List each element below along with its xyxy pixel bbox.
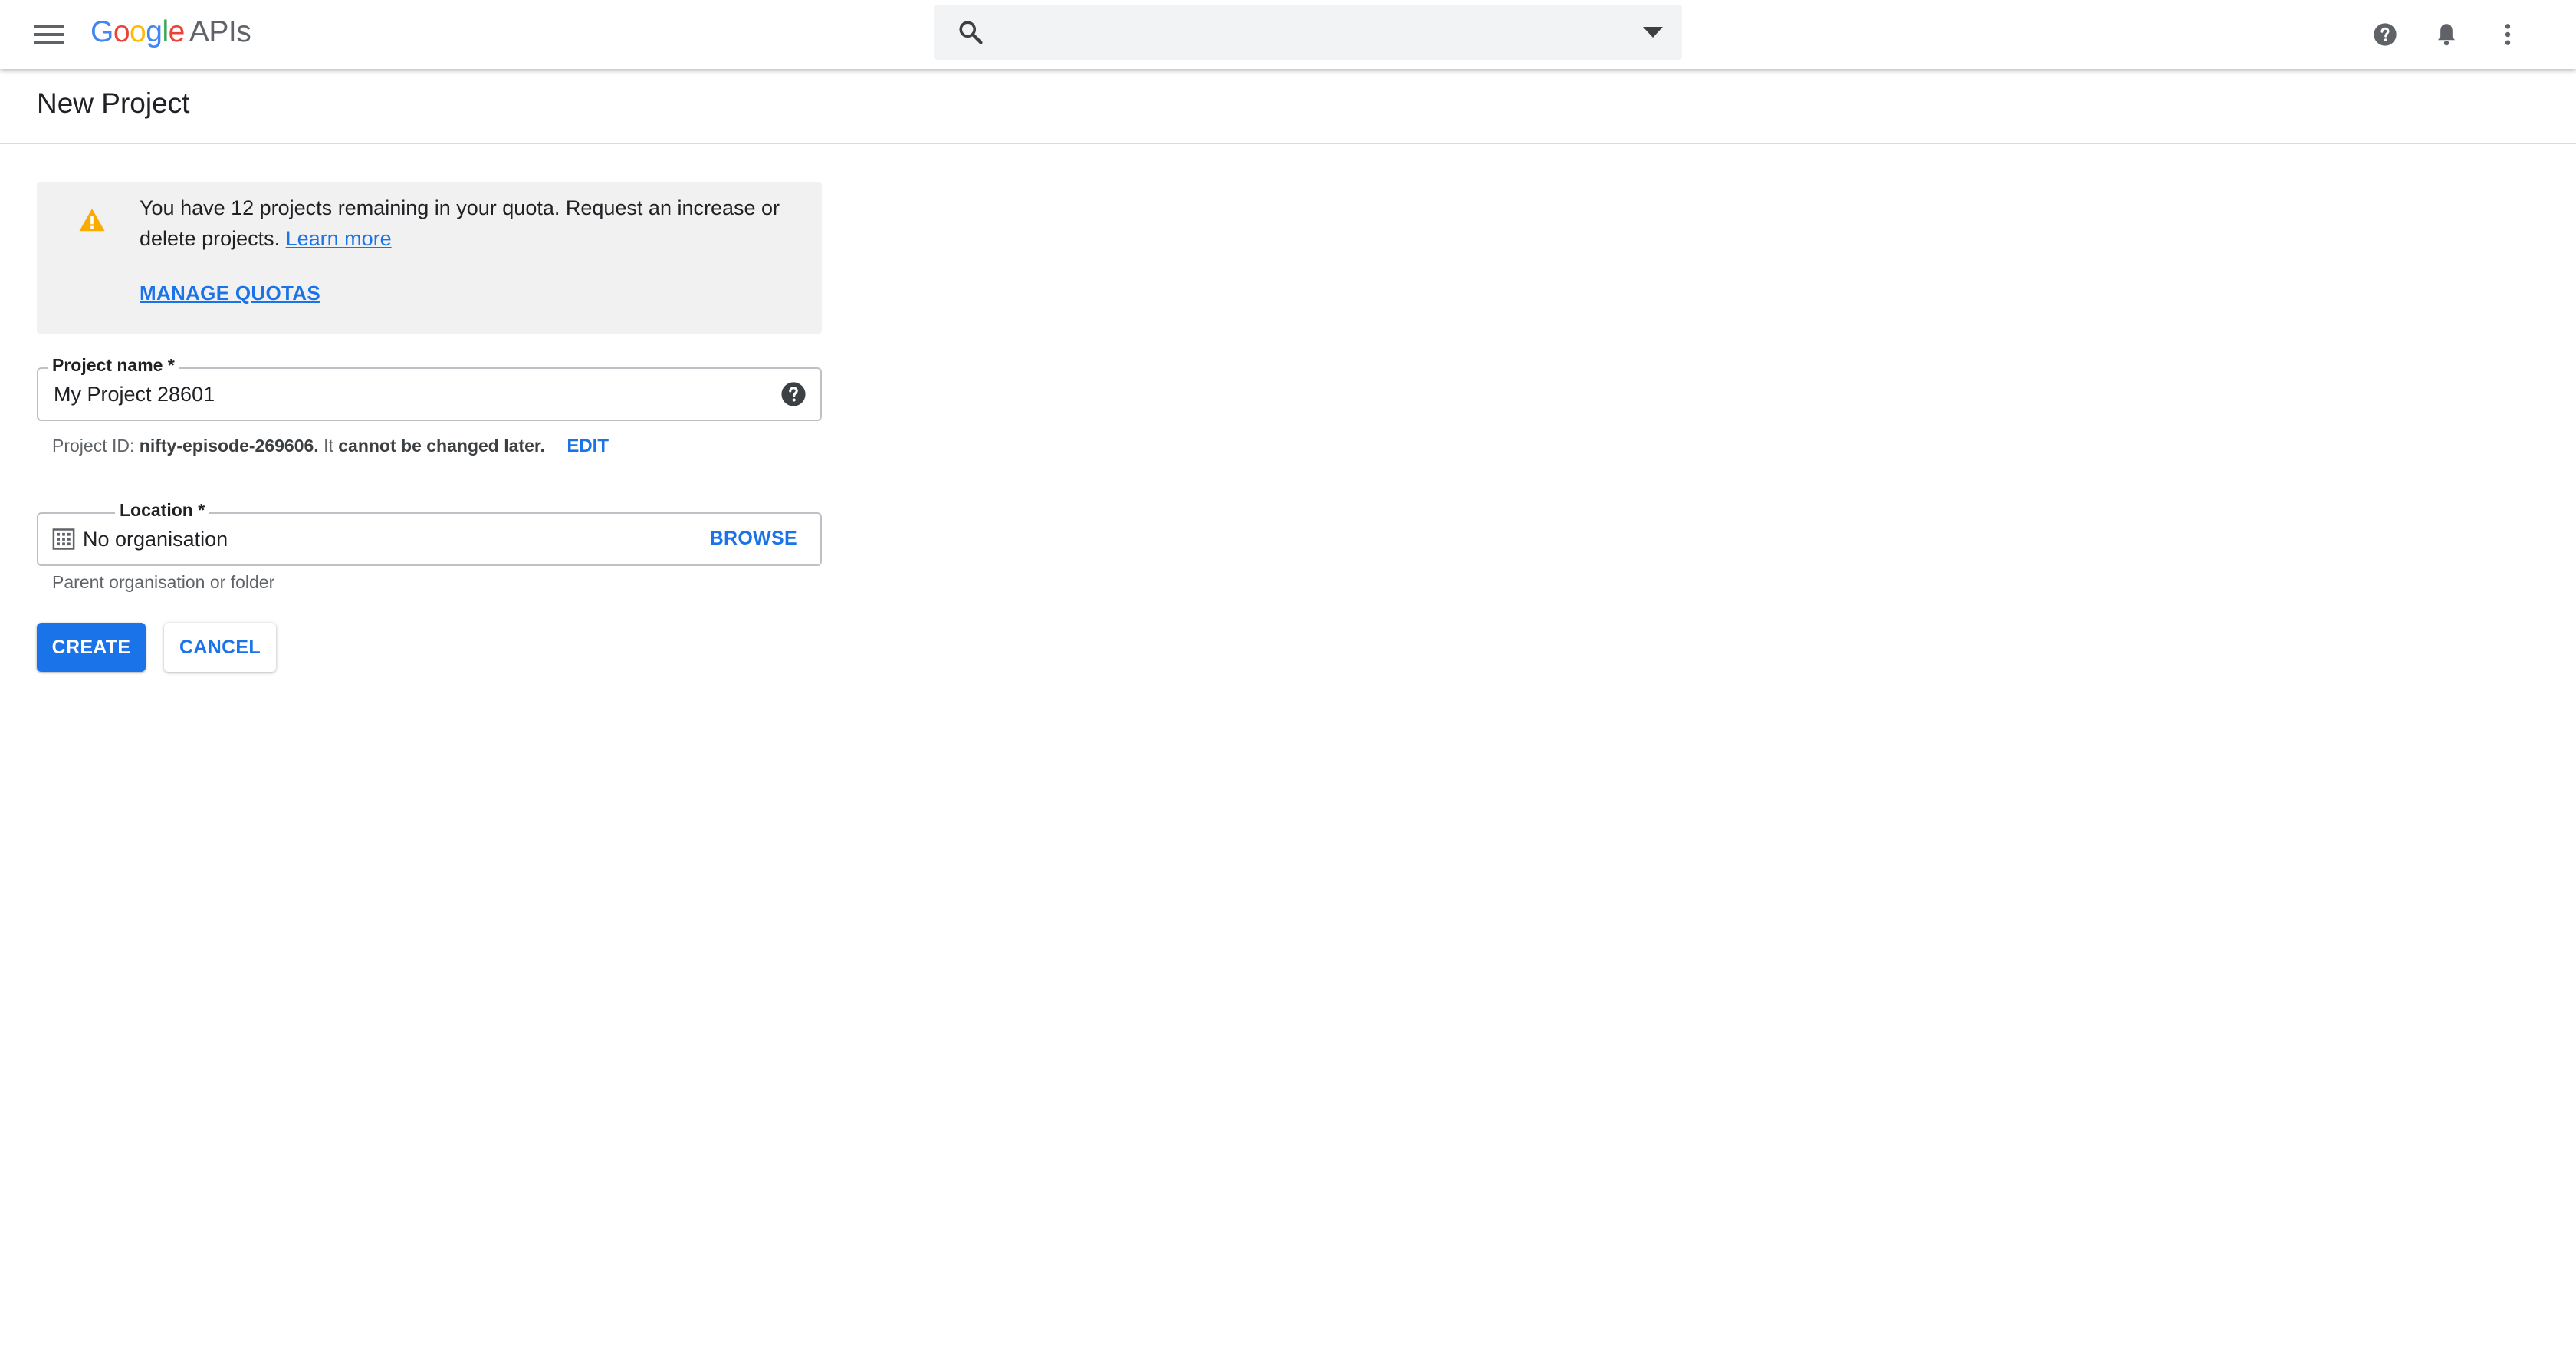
edit-project-id-button[interactable]: EDIT xyxy=(567,436,609,456)
page-header: New Project xyxy=(0,69,2576,144)
logo-letter: G xyxy=(90,15,113,48)
logo-letter: o xyxy=(130,15,146,48)
quota-notice: You have 12 projects remaining in your q… xyxy=(37,182,822,334)
location-field[interactable]: Location * No organisation BROWSE xyxy=(37,499,822,566)
more-options-button[interactable] xyxy=(2486,13,2529,56)
location-value: No organisation xyxy=(83,528,228,551)
logo-letter: l xyxy=(162,15,169,48)
more-vertical-icon xyxy=(2505,24,2511,45)
project-id-middle: It xyxy=(324,436,334,456)
help-button[interactable] xyxy=(2364,13,2407,56)
caret-down-icon xyxy=(1643,27,1663,38)
hamburger-menu-icon[interactable] xyxy=(26,12,72,58)
logo-suffix: APIs xyxy=(189,15,251,48)
help-circle-icon xyxy=(2374,23,2397,46)
project-id-line: Project ID: nifty-episode-269606. It can… xyxy=(52,436,609,457)
search-bar[interactable] xyxy=(934,5,1682,60)
manage-quotas-link[interactable]: MANAGE QUOTAS xyxy=(140,281,320,305)
project-name-field[interactable]: Project name * xyxy=(37,354,822,421)
logo-letter: o xyxy=(113,15,130,48)
create-button[interactable]: CREATE xyxy=(37,623,146,672)
quota-message: You have 12 projects remaining in your q… xyxy=(140,192,799,254)
search-dropdown-button[interactable] xyxy=(1635,14,1671,51)
bell-icon xyxy=(2437,24,2456,46)
learn-more-link[interactable]: Learn more xyxy=(286,227,392,250)
google-wordmark: Google xyxy=(90,15,185,49)
project-id-value: nifty-episode-269606. xyxy=(139,436,319,456)
project-name-input[interactable] xyxy=(52,377,742,412)
warning-icon xyxy=(79,209,105,232)
logo-letter: g xyxy=(146,15,163,48)
project-id-prefix: Project ID: xyxy=(52,436,135,456)
search-icon xyxy=(959,21,983,44)
quota-message-text: You have 12 projects remaining in your q… xyxy=(140,196,780,250)
location-label: Location * xyxy=(115,499,210,522)
notifications-button[interactable] xyxy=(2425,13,2468,56)
project-name-label: Project name * xyxy=(48,354,179,377)
logo-letter: e xyxy=(168,15,186,48)
top-app-bar: Google APIs xyxy=(0,0,2576,69)
project-id-suffix: cannot be changed later. xyxy=(338,436,545,456)
location-hint: Parent organisation or folder xyxy=(52,572,275,592)
cancel-button[interactable]: CANCEL xyxy=(164,623,276,672)
google-apis-logo[interactable]: Google APIs xyxy=(90,11,251,54)
browse-button[interactable]: BROWSE xyxy=(710,528,797,550)
page-title: New Project xyxy=(37,87,190,119)
building-icon xyxy=(52,528,75,550)
help-circle-icon[interactable] xyxy=(780,381,807,407)
search-input[interactable] xyxy=(1003,12,1585,52)
